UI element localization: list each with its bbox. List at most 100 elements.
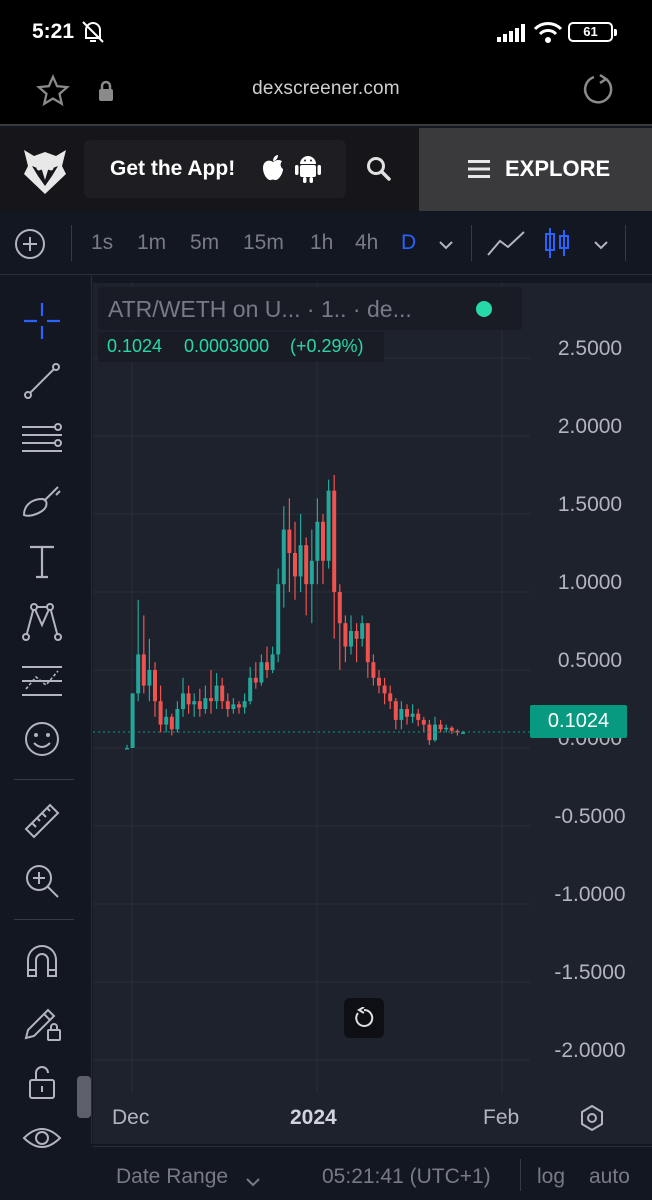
timeframe-5m[interactable]: 5m xyxy=(190,231,219,255)
candle-body xyxy=(343,623,348,647)
y-tick: -0.5000 xyxy=(554,805,626,828)
auto-scale-toggle[interactable]: auto xyxy=(589,1165,630,1189)
site-header: Get the App! EXPLORE xyxy=(0,128,652,211)
timeframe-1s[interactable]: 1s xyxy=(91,231,113,255)
candle-body xyxy=(130,693,135,748)
brush-icon[interactable] xyxy=(20,479,64,523)
toolbar-divider xyxy=(71,225,72,261)
explore-button[interactable]: EXPLORE xyxy=(419,128,652,211)
clock-timezone[interactable]: 05:21:41 (UTC+1) xyxy=(322,1165,491,1189)
candle-body xyxy=(220,685,225,702)
bottom-divider xyxy=(520,1159,521,1191)
timeframe-d[interactable]: D xyxy=(401,231,416,255)
timeframe-4h[interactable]: 4h xyxy=(355,231,378,255)
candle-body xyxy=(365,623,370,663)
change-percent: (+0.29%) xyxy=(290,336,364,356)
chart-settings-icon[interactable] xyxy=(578,1104,606,1137)
toolbar-scroll-handle[interactable] xyxy=(77,1076,91,1118)
tools-divider xyxy=(14,779,74,780)
candle-body xyxy=(337,592,342,624)
url-bar[interactable]: dexscreener.com xyxy=(0,78,652,100)
line-chart-icon[interactable] xyxy=(486,229,526,264)
last-price-tag: 0.1024 xyxy=(530,705,627,738)
log-scale-toggle[interactable]: log xyxy=(537,1165,565,1189)
timeframe-chevron-down-icon[interactable] xyxy=(438,237,454,255)
candle-body xyxy=(321,521,325,561)
candle-body xyxy=(136,654,141,694)
candle-body xyxy=(371,662,376,678)
eye-icon[interactable] xyxy=(20,1118,64,1162)
candle-body xyxy=(399,709,404,720)
candle-body xyxy=(416,713,421,720)
y-tick: 0.5000 xyxy=(557,649,623,672)
candle-body xyxy=(461,732,465,734)
symbol-legend[interactable]: ATR/WETH on U... · 1.. · de... xyxy=(98,287,522,330)
candle-body xyxy=(259,662,264,683)
tools-divider xyxy=(14,919,74,920)
status-time: 5:21 xyxy=(32,20,75,43)
chart-bottom-bar: Date Range 05:21:41 (UTC+1) log auto xyxy=(93,1146,652,1200)
candle-body xyxy=(393,701,398,720)
change-value: 0.0003000 xyxy=(184,336,270,356)
timeframe-15m[interactable]: 15m xyxy=(243,231,284,255)
candle-body xyxy=(164,716,169,725)
candle-body xyxy=(237,704,241,708)
fib-lines-icon[interactable] xyxy=(20,419,64,463)
reset-chart-button[interactable] xyxy=(344,998,384,1038)
dexscreener-logo-icon[interactable] xyxy=(22,146,68,201)
get-app-button[interactable]: Get the App! xyxy=(84,140,346,198)
zoom-in-icon[interactable] xyxy=(20,859,64,903)
candle-body xyxy=(287,529,292,553)
unlock-icon[interactable] xyxy=(20,1060,64,1104)
candle-body xyxy=(315,521,320,561)
magnet-icon[interactable] xyxy=(20,940,64,984)
toolbar-divider xyxy=(625,225,626,261)
y-tick: 2.5000 xyxy=(557,337,623,360)
candle-body xyxy=(192,701,197,705)
emoji-icon[interactable] xyxy=(20,717,64,761)
forecast-icon[interactable] xyxy=(20,659,64,703)
add-indicator-icon[interactable] xyxy=(13,227,47,266)
market-status-dot xyxy=(476,301,492,317)
date-range-button[interactable]: Date Range xyxy=(116,1165,228,1189)
candle-body xyxy=(410,713,415,717)
ruler-icon[interactable] xyxy=(20,799,64,843)
candle-body xyxy=(388,693,393,702)
signal-icon xyxy=(497,24,527,47)
candle-body xyxy=(326,490,331,561)
date-range-chevron-down-icon[interactable] xyxy=(246,1174,260,1192)
candle-body xyxy=(444,727,449,730)
candle-body xyxy=(382,685,387,694)
x-tick-2024: 2024 xyxy=(290,1106,337,1129)
candle-body xyxy=(309,560,314,585)
x-tick-dec: Dec xyxy=(112,1106,150,1129)
battery-indicator: 61 xyxy=(568,22,617,42)
reload-icon[interactable] xyxy=(582,72,616,111)
candle-body xyxy=(349,631,353,647)
last-price: 0.1024 xyxy=(107,336,163,356)
pattern-icon[interactable] xyxy=(20,599,64,643)
chart-type-chevron-down-icon[interactable] xyxy=(593,237,609,255)
get-app-label: Get the App! xyxy=(110,157,236,180)
y-tick: -1.0000 xyxy=(554,883,626,906)
y-tick: -1.5000 xyxy=(554,961,626,984)
explore-label: EXPLORE xyxy=(505,156,611,181)
candle-body xyxy=(293,553,297,577)
candles-icon[interactable] xyxy=(543,226,571,265)
chart-toolbar: 1s 1m 5m 15m 1h 4h D xyxy=(0,211,652,275)
apple-icon xyxy=(262,154,284,186)
trend-line-icon[interactable] xyxy=(20,359,64,403)
candle-body xyxy=(248,677,253,702)
y-tick: 2.0000 xyxy=(557,415,623,438)
crosshair-icon[interactable] xyxy=(20,299,64,343)
candle-body xyxy=(158,701,163,725)
timeframe-1m[interactable]: 1m xyxy=(137,231,166,255)
candle-body xyxy=(125,748,129,750)
search-icon[interactable] xyxy=(366,156,392,187)
symbol-title: ATR/WETH on U... · 1.. · de... xyxy=(108,296,412,322)
timeframe-1h[interactable]: 1h xyxy=(310,231,333,255)
candle-body xyxy=(304,545,309,585)
lock-drawing-icon[interactable] xyxy=(20,1000,64,1044)
candle-body xyxy=(276,584,281,655)
text-tool-icon[interactable] xyxy=(20,539,64,583)
